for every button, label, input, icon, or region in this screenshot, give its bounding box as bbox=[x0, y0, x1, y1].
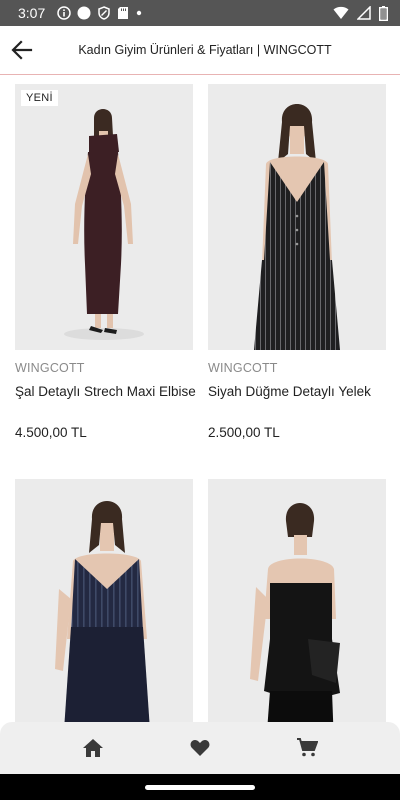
arrow-left-icon bbox=[11, 40, 33, 60]
bottom-nav bbox=[0, 722, 400, 774]
signal-icon bbox=[357, 6, 371, 20]
product-brand: WINGCOTT bbox=[15, 361, 85, 375]
status-icons-left bbox=[57, 6, 143, 20]
status-icons-right bbox=[333, 5, 388, 21]
back-button[interactable] bbox=[0, 26, 44, 74]
product-card[interactable] bbox=[208, 479, 386, 745]
product-card[interactable]: YENİ WINGCOTT Şal Detaylı Strech Maxi El… bbox=[15, 84, 196, 455]
page-title: Kadın Giyim Ürünleri & Fiyatları | WINGC… bbox=[78, 43, 332, 57]
product-image[interactable] bbox=[15, 479, 193, 745]
nav-cart-button[interactable] bbox=[283, 724, 331, 772]
sd-card-icon bbox=[117, 6, 129, 20]
info-icon bbox=[57, 6, 71, 20]
product-card[interactable]: WINGCOTT Siyah Düğme Detaylı Yelek 2.500… bbox=[208, 84, 386, 455]
home-gesture-bar[interactable] bbox=[145, 785, 255, 790]
product-card[interactable] bbox=[15, 479, 193, 745]
nav-home-button[interactable] bbox=[69, 724, 117, 772]
heart-icon bbox=[190, 740, 210, 756]
product-image[interactable] bbox=[208, 84, 386, 350]
app-header: Kadın Giyim Ürünleri & Fiyatları | WINGC… bbox=[0, 26, 400, 74]
nav-favorites-button[interactable] bbox=[176, 724, 224, 772]
status-time: 3:07 bbox=[18, 5, 46, 21]
product-image[interactable]: YENİ bbox=[15, 84, 193, 350]
home-icon bbox=[83, 739, 104, 757]
new-badge: YENİ bbox=[21, 90, 58, 106]
product-grid: YENİ WINGCOTT Şal Detaylı Strech Maxi El… bbox=[15, 84, 386, 745]
status-bar: 3:07 bbox=[0, 0, 400, 26]
dot-icon bbox=[135, 6, 143, 20]
product-price: 4.500,00 TL bbox=[15, 425, 87, 440]
shield-icon bbox=[97, 6, 111, 20]
product-image[interactable] bbox=[208, 479, 386, 745]
battery-icon bbox=[379, 5, 388, 21]
wifi-icon bbox=[333, 6, 349, 20]
product-name[interactable]: Siyah Düğme Detaylı Yelek bbox=[208, 384, 386, 399]
circle-icon bbox=[77, 6, 91, 20]
product-brand: WINGCOTT bbox=[208, 361, 278, 375]
header-divider bbox=[0, 74, 400, 75]
product-price: 2.500,00 TL bbox=[208, 425, 280, 440]
product-name[interactable]: Şal Detaylı Strech Maxi Elbise bbox=[15, 384, 196, 399]
cart-icon bbox=[296, 738, 318, 757]
